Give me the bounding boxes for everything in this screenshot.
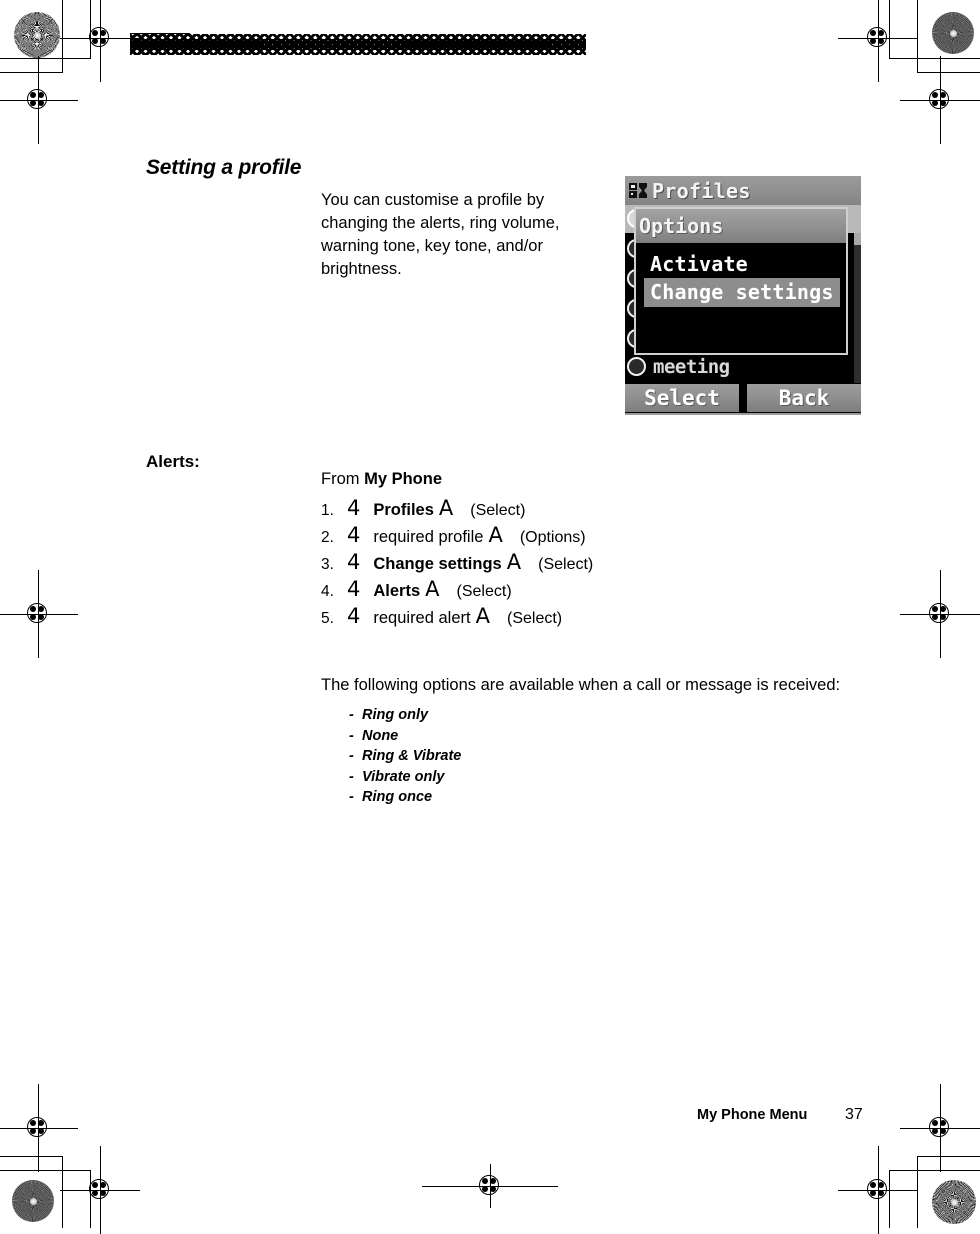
bullet-dash: - <box>349 748 354 764</box>
step-list: 1. 4 Profiles A (Select) 2. 4 required p… <box>321 498 841 633</box>
profile-bubble-icon <box>627 357 646 376</box>
option-label: Vibrate only <box>362 768 445 785</box>
bullet-dash: - <box>349 707 354 723</box>
list-item: - Vibrate only <box>349 769 461 790</box>
page-title: Setting a profile <box>146 156 302 180</box>
step-softkey-label: (Select) <box>538 556 594 573</box>
step-target: Profiles <box>373 501 434 519</box>
select-key-icon: A <box>438 496 454 520</box>
step-number: 3. <box>321 556 334 573</box>
phone-options-popup: Options Activate Change settings <box>634 207 848 355</box>
option-label: None <box>362 727 399 744</box>
phone-screen-title: Profiles <box>652 178 751 203</box>
step-softkey-label: (Select) <box>456 583 512 600</box>
option-label: Ring only <box>362 707 429 723</box>
phone-menu-item-activate[interactable]: Activate <box>644 250 754 279</box>
phone-menu-item-change-settings[interactable]: Change settings <box>644 278 840 307</box>
option-label: Ring once <box>362 789 433 805</box>
from-menu-line: From My Phone <box>321 470 442 489</box>
scroll-key-icon: 4 <box>347 496 361 520</box>
footer-page-number: 37 <box>845 1106 863 1123</box>
phone-softkey-select[interactable]: Select <box>625 384 739 412</box>
list-item: - Ring only <box>349 707 461 728</box>
intro-paragraph: You can customise a profile by changing … <box>321 190 560 278</box>
step-target: required alert <box>373 609 471 627</box>
phone-softkey-bar: Select Back <box>625 383 861 413</box>
phone-titlebar: Profiles <box>625 176 861 205</box>
bullet-dash: - <box>349 789 354 805</box>
phone-softkey-back[interactable]: Back <box>747 384 861 412</box>
profiles-icon <box>629 182 647 199</box>
list-item: - None <box>349 728 461 749</box>
select-key-icon: A <box>506 550 522 574</box>
alert-options-list: - Ring only - None - Ring & Vibrate - Vi… <box>349 707 461 810</box>
document-page: Setting a profile You can customise a pr… <box>0 0 980 1228</box>
step-number: 1. <box>321 502 334 519</box>
from-menu-name: My Phone <box>364 470 443 488</box>
step-softkey-label: (Select) <box>470 502 526 519</box>
following-options-paragraph: The following options are available when… <box>321 675 841 694</box>
select-key-icon: A <box>475 604 490 628</box>
scroll-key-icon: 4 <box>347 604 361 628</box>
phone-profile-row-meeting[interactable]: meeting <box>625 353 861 381</box>
scroll-key-icon: 4 <box>347 550 361 574</box>
phone-screenshot-figure: Profiles meeting Options Activate Change… <box>625 176 861 415</box>
phone-popup-header: Options <box>636 209 846 243</box>
step-item: 4. 4 Alerts A (Select) <box>321 579 841 606</box>
step-number: 4. <box>321 583 334 600</box>
list-item: - Ring & Vibrate <box>349 748 461 769</box>
scroll-key-icon: 4 <box>347 577 361 601</box>
select-key-icon: A <box>425 577 440 601</box>
step-number: 5. <box>321 610 334 627</box>
footer-section-name: My Phone Menu <box>697 1107 808 1123</box>
step-item: 1. 4 Profiles A (Select) <box>321 498 841 525</box>
step-item: 2. 4 required profile A (Options) <box>321 525 841 552</box>
phone-profile-label: meeting <box>653 356 730 378</box>
alerts-subheading: Alerts: <box>146 452 200 472</box>
option-label: Ring & Vibrate <box>362 748 462 764</box>
scroll-key-icon: 4 <box>347 523 361 547</box>
phone-screen-body: meeting Options Activate Change settings <box>625 205 861 383</box>
step-item: 5. 4 required alert A (Select) <box>321 606 841 633</box>
step-item: 3. 4 Change settings A (Select) <box>321 552 841 579</box>
select-key-icon: A <box>488 523 503 547</box>
from-prefix: From <box>321 470 365 488</box>
step-number: 2. <box>321 529 334 546</box>
list-item: - Ring once <box>349 789 461 810</box>
bullet-dash: - <box>349 768 354 785</box>
step-softkey-label: (Select) <box>506 610 563 627</box>
step-target: required profile <box>373 528 484 546</box>
phone-popup-title: Options <box>639 214 724 238</box>
bullet-dash: - <box>349 727 354 744</box>
step-target: Change settings <box>373 555 502 573</box>
step-target: Alerts <box>373 582 421 600</box>
step-softkey-label: (Options) <box>519 529 586 546</box>
